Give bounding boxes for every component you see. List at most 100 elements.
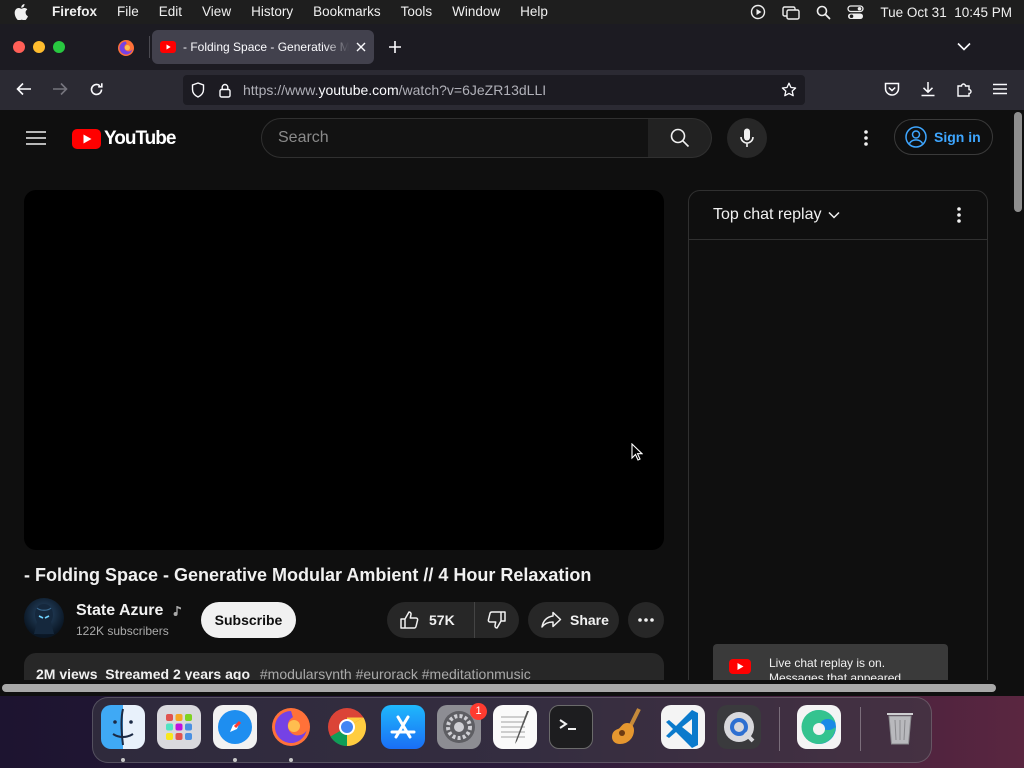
dock-app-store-icon[interactable] bbox=[381, 705, 425, 749]
url-text[interactable]: https://www.youtube.com/watch?v=6JeZR13d… bbox=[243, 82, 546, 98]
like-dislike-group: 57K bbox=[387, 602, 519, 638]
firefox-view-icon[interactable] bbox=[117, 39, 135, 57]
more-actions-button[interactable] bbox=[628, 602, 664, 638]
menu-help[interactable]: Help bbox=[510, 0, 558, 24]
search-icon bbox=[670, 128, 690, 148]
tab-divider bbox=[149, 36, 150, 58]
now-playing-icon[interactable] bbox=[750, 4, 766, 20]
voice-search-button[interactable] bbox=[727, 118, 767, 158]
screen-mirroring-icon[interactable] bbox=[782, 4, 801, 20]
control-center-icon[interactable] bbox=[847, 4, 865, 20]
forward-icon[interactable] bbox=[52, 82, 68, 96]
dock-launchpad-icon[interactable] bbox=[157, 705, 201, 749]
list-all-tabs-icon[interactable] bbox=[957, 42, 971, 51]
menu-window[interactable]: Window bbox=[442, 0, 510, 24]
video-title: - Folding Space - Generative Modular Amb… bbox=[24, 565, 592, 585]
dock-garageband-icon[interactable] bbox=[605, 705, 649, 749]
tracking-protection-shield-icon[interactable] bbox=[191, 82, 205, 98]
dock-textedit-icon[interactable] bbox=[493, 705, 537, 749]
channel-name[interactable]: State Azure bbox=[76, 602, 182, 620]
sign-in-button[interactable]: Sign in bbox=[894, 119, 993, 155]
chat-banner-line-1: Live chat replay is on. bbox=[769, 656, 886, 670]
window-close-button[interactable] bbox=[13, 41, 25, 53]
macos-menubar: Firefox File Edit View History Bookmarks… bbox=[0, 0, 1024, 24]
channel-name-text: State Azure bbox=[76, 602, 164, 619]
horizontal-scrollbar-thumb[interactable] bbox=[2, 684, 996, 692]
like-button[interactable]: 57K bbox=[387, 602, 475, 638]
subscribe-button[interactable]: Subscribe bbox=[201, 602, 296, 638]
chat-more-options-icon[interactable] bbox=[957, 207, 961, 223]
reload-icon[interactable] bbox=[89, 82, 104, 97]
dock-chrome-icon[interactable] bbox=[325, 705, 369, 749]
url-prefix: https://www. bbox=[243, 82, 319, 98]
search-input[interactable]: Search bbox=[261, 118, 649, 158]
guide-menu-icon[interactable] bbox=[26, 131, 46, 145]
share-button[interactable]: Share bbox=[528, 602, 619, 638]
menu-edit[interactable]: Edit bbox=[149, 0, 192, 24]
like-count: 57K bbox=[429, 612, 455, 628]
url-path: /watch?v=6JeZR13dLLI bbox=[398, 82, 547, 98]
hashtags[interactable]: #modularsynth #eurorack #meditationmusic bbox=[260, 666, 531, 680]
settings-badge-count: 1 bbox=[475, 705, 482, 717]
youtube-logo[interactable]: YouTube bbox=[72, 128, 176, 150]
settings-more-icon[interactable] bbox=[864, 130, 868, 146]
mouse-cursor-icon bbox=[631, 443, 643, 461]
search-placeholder: Search bbox=[278, 129, 329, 146]
menu-bookmarks[interactable]: Bookmarks bbox=[303, 0, 391, 24]
menu-history[interactable]: History bbox=[241, 0, 303, 24]
window-zoom-button[interactable] bbox=[53, 41, 65, 53]
downloads-icon[interactable] bbox=[920, 81, 936, 97]
view-count-and-date: 2M views Streamed 2 years ago bbox=[36, 666, 250, 680]
live-chat-panel: Top chat replay Live chat replay is on. … bbox=[688, 190, 988, 680]
tab-close-icon[interactable] bbox=[356, 42, 366, 52]
dock-firefox-running-dot bbox=[289, 758, 293, 762]
dock-firefox-icon[interactable] bbox=[269, 705, 313, 749]
chat-replay-banner: Live chat replay is on. Messages that ap… bbox=[713, 644, 948, 680]
search-button[interactable] bbox=[648, 118, 712, 158]
menu-app-firefox[interactable]: Firefox bbox=[42, 0, 107, 24]
channel-avatar[interactable] bbox=[24, 598, 64, 638]
youtube-page: YouTube Search Sign in - Folding Space -… bbox=[0, 110, 1012, 680]
spotlight-search-icon[interactable] bbox=[816, 5, 831, 20]
dock-quicktime-icon[interactable] bbox=[717, 705, 761, 749]
bookmark-star-icon[interactable] bbox=[781, 82, 797, 98]
dock-edge-icon[interactable] bbox=[797, 705, 841, 749]
menubar-clock[interactable]: Tue Oct 31 10:45 PM bbox=[880, 5, 1012, 20]
dock-separator bbox=[779, 707, 780, 751]
more-horizontal-icon bbox=[638, 618, 654, 622]
lock-icon[interactable] bbox=[219, 83, 231, 98]
dock-trash-icon[interactable] bbox=[878, 705, 922, 749]
chat-mode-selector[interactable]: Top chat replay bbox=[713, 206, 840, 224]
chat-mode-label: Top chat replay bbox=[713, 206, 822, 223]
back-icon[interactable] bbox=[16, 82, 32, 96]
vertical-scrollbar-thumb[interactable] bbox=[1014, 112, 1022, 212]
menu-file[interactable]: File bbox=[107, 0, 149, 24]
music-note-icon bbox=[173, 605, 182, 617]
chat-banner-line-2: Messages that appeared bbox=[769, 671, 902, 680]
app-menu-hamburger-icon[interactable] bbox=[993, 83, 1007, 95]
dislike-button[interactable] bbox=[475, 610, 519, 630]
dock-terminal-icon[interactable] bbox=[549, 705, 593, 749]
subscriber-count: 122K subscribers bbox=[76, 624, 169, 638]
share-label: Share bbox=[570, 612, 609, 628]
window-minimize-button[interactable] bbox=[33, 41, 45, 53]
description-box[interactable]: 2M views Streamed 2 years ago #modularsy… bbox=[24, 653, 664, 680]
dock-finder-icon[interactable] bbox=[101, 705, 145, 749]
tab-title: - Folding Space - Generative Modular Amb… bbox=[183, 40, 349, 54]
pocket-icon[interactable] bbox=[884, 82, 900, 97]
video-player[interactable] bbox=[24, 190, 664, 550]
dock-safari-icon[interactable] bbox=[213, 705, 257, 749]
horizontal-scrollbar[interactable] bbox=[0, 680, 1024, 696]
dock-separator-2 bbox=[860, 707, 861, 751]
dock-finder-running-dot bbox=[121, 758, 125, 762]
extensions-icon[interactable] bbox=[956, 81, 972, 97]
new-tab-icon[interactable] bbox=[388, 40, 402, 54]
apple-menu-icon[interactable] bbox=[0, 0, 42, 24]
address-bar[interactable]: https://www.youtube.com/watch?v=6JeZR13d… bbox=[183, 75, 805, 105]
dock-vscode-icon[interactable] bbox=[661, 705, 705, 749]
vertical-scrollbar[interactable] bbox=[1012, 110, 1024, 680]
menu-view[interactable]: View bbox=[192, 0, 241, 24]
thumbs-up-icon bbox=[399, 610, 419, 630]
tab-youtube-video[interactable]: - Folding Space - Generative Modular Amb… bbox=[152, 30, 374, 64]
menu-tools[interactable]: Tools bbox=[391, 0, 443, 24]
